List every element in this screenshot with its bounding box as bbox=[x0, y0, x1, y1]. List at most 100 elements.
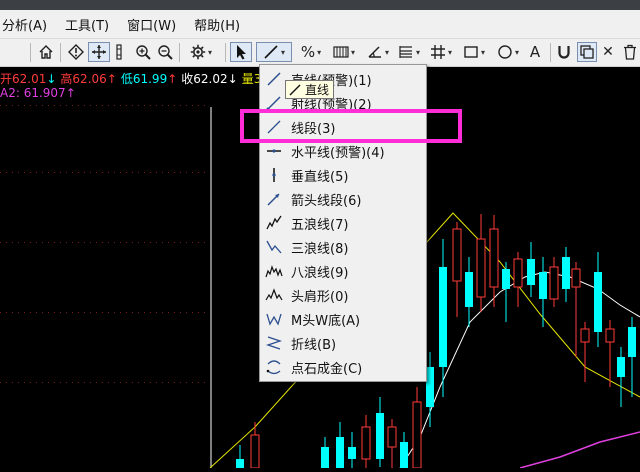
curve-icon bbox=[263, 358, 285, 376]
grid-dot bbox=[72, 105, 73, 106]
home-icon[interactable] bbox=[36, 42, 56, 62]
close-icon[interactable]: ✕ bbox=[600, 42, 616, 62]
menu-item-head-shoulders[interactable]: 头肩形(0) bbox=[260, 283, 426, 307]
menu-item-eight-wave[interactable]: 八浪线(9) bbox=[260, 259, 426, 283]
grid-dot bbox=[174, 105, 175, 106]
grid-tool-icon[interactable]: ▾ bbox=[428, 42, 454, 62]
candle-body bbox=[549, 266, 559, 300]
channel-tool-icon[interactable]: ▾ bbox=[330, 42, 358, 62]
menu-item-label: 水平线(预警)(4) bbox=[291, 145, 385, 161]
grid-dot bbox=[126, 312, 127, 313]
menu-item-five-wave[interactable]: 五浪线(7) bbox=[260, 211, 426, 235]
candle-body bbox=[628, 327, 636, 357]
text-tool-icon[interactable]: A bbox=[526, 42, 544, 62]
menu-bar: 分析(A) 工具(T) 窗口(W) 帮助(H) bbox=[0, 10, 640, 39]
zoom-out-icon[interactable] bbox=[155, 42, 175, 62]
high-price: 高62.06 bbox=[60, 72, 107, 86]
grid-dot bbox=[144, 105, 145, 106]
menu-item-label: 八浪线(9) bbox=[291, 265, 349, 281]
percent-tool-icon[interactable]: % ▾ bbox=[296, 42, 326, 62]
grid-dot bbox=[126, 382, 127, 383]
grid-dot bbox=[126, 105, 127, 106]
grid-dot bbox=[24, 242, 25, 243]
grid-dot bbox=[42, 172, 43, 173]
five-wave-icon bbox=[263, 214, 285, 232]
magnet-icon[interactable] bbox=[555, 42, 573, 62]
grid-dot bbox=[60, 105, 61, 106]
grid-dot bbox=[78, 105, 79, 106]
move-icon[interactable] bbox=[88, 42, 110, 62]
grid-dot bbox=[168, 172, 169, 173]
grid-dot bbox=[54, 105, 55, 106]
grid-dot bbox=[90, 105, 91, 106]
grid-dot bbox=[90, 172, 91, 173]
menu-item-arrow-segment[interactable]: 箭头线段(6) bbox=[260, 187, 426, 211]
grid-dot bbox=[192, 172, 193, 173]
open-price: 开62.01 bbox=[0, 72, 47, 86]
grid-dot bbox=[18, 312, 19, 313]
grid-dot bbox=[156, 172, 157, 173]
cursor-bar-icon[interactable] bbox=[113, 42, 125, 62]
grid-dot bbox=[6, 172, 7, 173]
grid-dot bbox=[162, 172, 163, 173]
rectangle-tool-icon[interactable]: ▾ bbox=[460, 42, 488, 62]
grid-dot bbox=[174, 312, 175, 313]
grid-dot bbox=[18, 172, 19, 173]
line-tool-icon[interactable]: ▾ bbox=[256, 42, 292, 62]
ellipse-tool-icon[interactable]: ▾ bbox=[494, 42, 522, 62]
grid-dot bbox=[180, 105, 181, 106]
grid-dot bbox=[72, 312, 73, 313]
arrow-segment-icon bbox=[263, 190, 285, 208]
menu-item-m-top-w-bottom[interactable]: M头W底(A) bbox=[260, 307, 426, 331]
grid-dot bbox=[114, 382, 115, 383]
grid-dot bbox=[90, 382, 91, 383]
grid-dot bbox=[144, 242, 145, 243]
zoom-in-icon[interactable] bbox=[133, 42, 153, 62]
grid-dot bbox=[54, 172, 55, 173]
menu-item-polyline[interactable]: 折线(B) bbox=[260, 331, 426, 355]
diamond-nav-icon[interactable] bbox=[66, 42, 86, 62]
eight-wave-icon bbox=[263, 262, 285, 280]
grid-dot bbox=[66, 172, 67, 173]
menu-item-label: 头肩形(0) bbox=[291, 289, 349, 305]
grid-dot bbox=[48, 312, 49, 313]
grid-dot bbox=[12, 312, 13, 313]
grid-dot bbox=[138, 312, 139, 313]
grid-dot bbox=[78, 242, 79, 243]
grid-dot bbox=[174, 172, 175, 173]
trash-icon[interactable] bbox=[621, 42, 639, 62]
copy-drawing-icon[interactable] bbox=[577, 42, 597, 62]
grid-dot bbox=[30, 382, 31, 383]
grid-dot bbox=[192, 105, 193, 106]
grid-dot bbox=[0, 382, 1, 383]
grid-dot bbox=[6, 382, 7, 383]
angle-tool-icon[interactable]: ▾ bbox=[364, 42, 392, 62]
menu-window[interactable]: 窗口(W) bbox=[127, 15, 182, 34]
grid-dot bbox=[36, 172, 37, 173]
menu-item-label: 点石成金(C) bbox=[291, 361, 363, 377]
menu-analysis[interactable]: 分析(A) bbox=[2, 15, 53, 34]
toolbar-separator bbox=[60, 43, 61, 62]
menu-tools[interactable]: 工具(T) bbox=[65, 15, 115, 34]
grid-dot bbox=[204, 312, 205, 313]
menu-item-curve[interactable]: 点石成金(C) bbox=[260, 355, 426, 379]
pointer-arrow-icon[interactable] bbox=[230, 42, 252, 62]
grid-dot bbox=[138, 172, 139, 173]
menu-item-vertical-line[interactable]: 垂直线(5) bbox=[260, 163, 426, 187]
fibonacci-tool-icon[interactable]: ▾ bbox=[396, 42, 422, 62]
grid-dot bbox=[108, 105, 109, 106]
grid-dot bbox=[90, 242, 91, 243]
menu-help[interactable]: 帮助(H) bbox=[194, 15, 246, 34]
low-price: 低61.99 bbox=[120, 72, 168, 86]
grid-dot bbox=[150, 172, 151, 173]
grid-dot bbox=[54, 382, 55, 383]
settings-gear-icon[interactable]: ▾ bbox=[185, 42, 217, 62]
grid-dot bbox=[24, 382, 25, 383]
grid-dot bbox=[102, 105, 103, 106]
grid-dot bbox=[42, 242, 43, 243]
ma2-arrow: ↑ bbox=[65, 86, 76, 100]
menu-item-label: 箭头线段(6) bbox=[291, 193, 362, 209]
menu-item-three-wave[interactable]: 三浪线(8) bbox=[260, 235, 426, 259]
grid-dot bbox=[126, 172, 127, 173]
grid-dot bbox=[144, 382, 145, 383]
